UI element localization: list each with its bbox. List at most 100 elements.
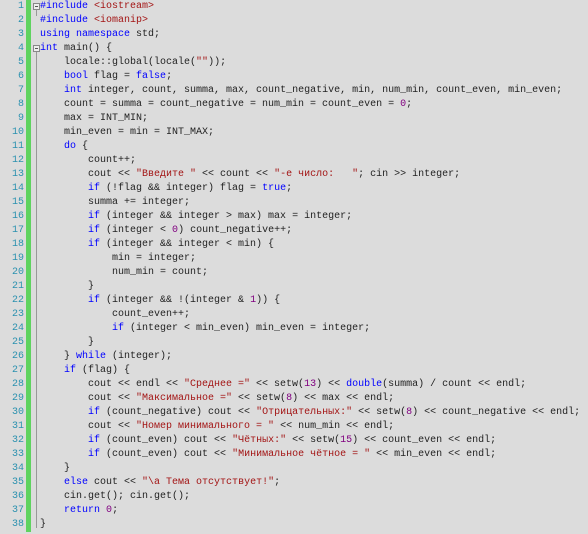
code-line[interactable]: 34 } — [0, 462, 588, 476]
code-text: (integer); — [106, 351, 173, 362]
change-indicator-bar — [26, 140, 31, 154]
line-number: 33 — [11, 449, 24, 460]
code-line[interactable]: 31 cout << "Номер минимального = " << nu… — [0, 420, 588, 434]
code-line[interactable]: 11 do { — [0, 140, 588, 154]
code-text: (count_even) cout << — [100, 449, 233, 460]
keyword-token: if — [88, 449, 101, 460]
line-number: 36 — [11, 491, 24, 502]
string-token: "Среднее =" — [184, 379, 251, 390]
keyword-token: true — [262, 183, 287, 194]
code-line[interactable]: 15 summa += integer; — [0, 196, 588, 210]
change-indicator-bar — [26, 434, 31, 448]
code-line[interactable]: 13 cout << "Введите " << count << "-е чи… — [0, 168, 588, 182]
change-indicator-bar — [26, 406, 31, 420]
code-line[interactable]: 10 min_even = min = INT_MAX; — [0, 126, 588, 140]
code-line[interactable]: 4 int main() { — [0, 42, 588, 56]
code-line[interactable]: 32 if (count_even) cout << "Чётных:" << … — [0, 434, 588, 448]
line-number: 25 — [11, 337, 24, 348]
code-line[interactable]: 26 } while (integer); — [0, 350, 588, 364]
code-line[interactable]: 17 if (integer < 0) count_negative++; — [0, 224, 588, 238]
code-line[interactable]: 24 if (integer < min_even) min_even = in… — [0, 322, 588, 336]
code-line[interactable]: 33 if (count_even) cout << "Минимальное … — [0, 448, 588, 462]
code-line[interactable]: 37 return 0; — [0, 504, 588, 518]
keyword-token: #include — [40, 1, 89, 12]
line-number: 35 — [11, 477, 24, 488]
change-indicator-bar — [26, 518, 31, 532]
line-number: 6 — [17, 71, 24, 82]
number-token: 13 — [304, 379, 317, 390]
code-line[interactable]: 2 #include <iomanip> — [0, 14, 588, 28]
change-indicator-bar — [26, 70, 31, 84]
string-token: "Минимальное чётное = " — [232, 449, 371, 460]
line-number: 37 — [11, 505, 24, 516]
string-token: "Отрицательных:" — [256, 407, 353, 418]
code-text: << count << — [196, 169, 275, 180]
line-number: 7 — [17, 85, 24, 96]
line-number: 24 — [11, 323, 24, 334]
code-text: (integer < min_even) min_even = integer; — [124, 323, 371, 334]
code-content: int integer, count, summa, max, count_ne… — [40, 84, 562, 98]
line-number: 34 — [11, 463, 24, 474]
code-text: << min_even << endl; — [370, 449, 497, 460]
code-line[interactable]: 25 } — [0, 336, 588, 350]
code-text: )) { — [256, 295, 281, 306]
code-text: << setw( — [352, 407, 407, 418]
code-line[interactable]: 14 if (!flag && integer) flag = true; — [0, 182, 588, 196]
code-line[interactable]: 7 int integer, count, summa, max, count_… — [0, 84, 588, 98]
line-number: 31 — [11, 421, 24, 432]
change-indicator-bar — [26, 28, 31, 42]
code-content: if (integer < min_even) min_even = integ… — [40, 322, 370, 336]
code-content: cout << "Введите " << count << "-е число… — [40, 168, 460, 182]
code-text: ) << count_negative << endl; — [412, 407, 581, 418]
collapse-icon[interactable] — [33, 45, 40, 52]
code-text: ) << max << endl; — [292, 393, 395, 404]
line-number: 8 — [17, 99, 24, 110]
code-line[interactable]: 18 if (integer && integer < min) { — [0, 238, 588, 252]
keyword-token: if — [88, 211, 101, 222]
collapse-icon[interactable] — [33, 3, 40, 10]
code-line[interactable]: 6 bool flag = false; — [0, 70, 588, 84]
code-line[interactable]: 19 min = integer; — [0, 252, 588, 266]
code-line[interactable]: 30 if (count_negative) cout << "Отрицате… — [0, 406, 588, 420]
code-editor[interactable]: 1 #include <iostream> 2 #include <iomanip> 3… — [0, 0, 588, 534]
change-indicator-bar — [26, 252, 31, 266]
string-token: "Максимальное =" — [136, 393, 233, 404]
code-line[interactable]: 8 count = summa = count_negative = num_m… — [0, 98, 588, 112]
code-line[interactable]: 9 max = INT_MIN; — [0, 112, 588, 126]
line-number: 2 — [17, 15, 24, 26]
keyword-token: false — [136, 71, 167, 82]
code-line[interactable]: 12 count++; — [0, 154, 588, 168]
code-line[interactable]: 35 else cout << "\a Тема отсутствует!"; — [0, 476, 588, 490]
code-line[interactable]: 16 if (integer && integer > max) max = i… — [0, 210, 588, 224]
change-indicator-bar — [26, 280, 31, 294]
code-line[interactable]: 38} — [0, 518, 588, 532]
change-indicator-bar — [26, 378, 31, 392]
change-indicator-bar — [26, 154, 31, 168]
line-number: 20 — [11, 267, 24, 278]
code-line[interactable]: 36 cin.get(); cin.get(); — [0, 490, 588, 504]
code-text: ) << — [316, 379, 347, 390]
change-indicator-bar — [26, 308, 31, 322]
code-line[interactable]: 23 count_even++; — [0, 308, 588, 322]
keyword-token: bool — [64, 71, 89, 82]
code-line[interactable]: 28 cout << endl << "Среднее =" << setw(1… — [0, 378, 588, 392]
line-number: 28 — [11, 379, 24, 390]
line-number: 38 — [11, 519, 24, 530]
code-line[interactable]: 21 } — [0, 280, 588, 294]
code-line[interactable]: 3 using namespace std; — [0, 28, 588, 42]
code-text: cout << — [88, 477, 143, 488]
code-content: else cout << "\a Тема отсутствует!"; — [40, 476, 280, 490]
code-line[interactable]: 20 num_min = count; — [0, 266, 588, 280]
code-content: return 0; — [40, 504, 118, 518]
code-content: cin.get(); cin.get(); — [40, 490, 190, 504]
line-number: 11 — [11, 141, 24, 152]
code-line[interactable]: 29 cout << "Максимальное =" << setw(8) <… — [0, 392, 588, 406]
code-line[interactable]: 22 if (integer && !(integer & 1)) { — [0, 294, 588, 308]
keyword-token: if — [88, 295, 101, 306]
code-line[interactable]: 1 #include <iostream> — [0, 0, 588, 14]
string-token: "\a Тема отсутствует!" — [142, 477, 275, 488]
code-text: << num_min << endl; — [274, 421, 395, 432]
code-line[interactable]: 27 if (flag) { — [0, 364, 588, 378]
code-text: std; — [130, 29, 161, 40]
code-line[interactable]: 5 locale::global(locale("")); — [0, 56, 588, 70]
